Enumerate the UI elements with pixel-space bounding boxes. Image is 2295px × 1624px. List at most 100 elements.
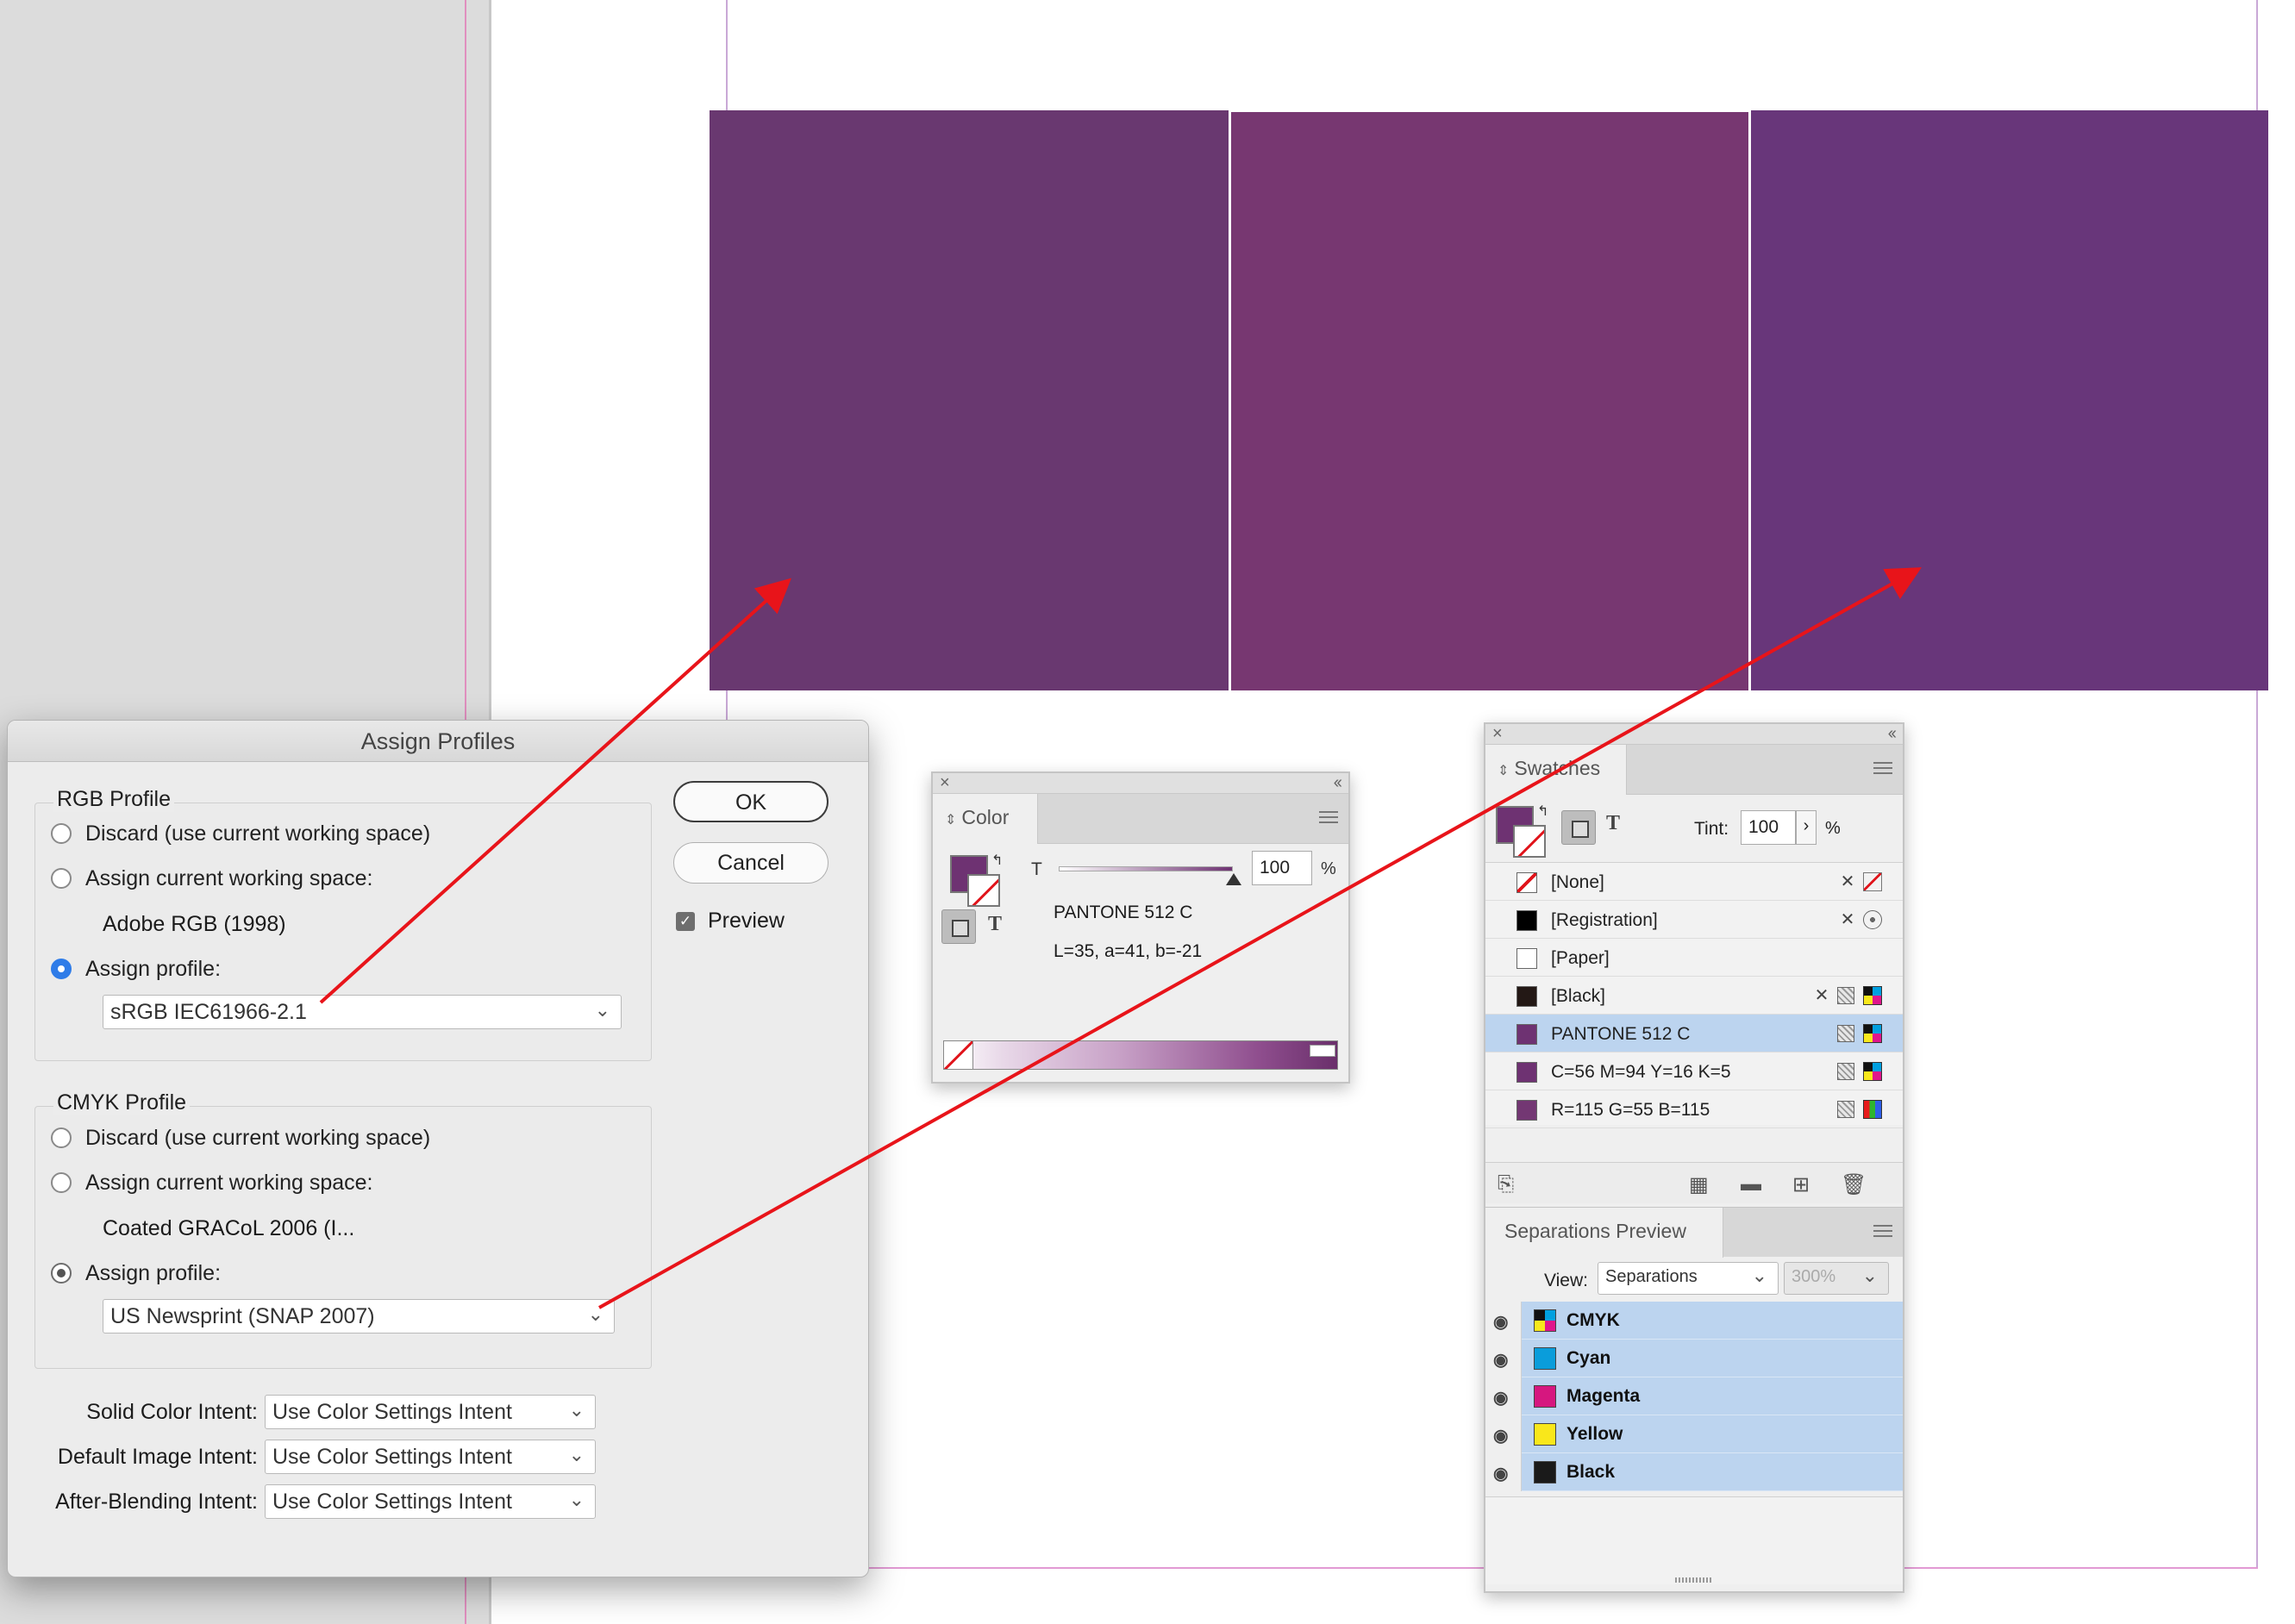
default-image-intent-select[interactable]: Use Color Settings Intent ⌄ [265, 1440, 596, 1474]
rgb-profile-value: sRGB IEC61966-2.1 [110, 1000, 307, 1024]
ok-button[interactable]: OK [673, 781, 829, 822]
visibility-toggle[interactable]: ◉ [1485, 1340, 1522, 1377]
swatches-footer: ⎘ ▦ ▬ ⊞ 🗑 [1485, 1162, 1903, 1203]
folder-icon[interactable]: ▬ [1741, 1172, 1761, 1196]
tint-slider-track[interactable] [1059, 866, 1233, 871]
tint-stepper-arrow-icon[interactable]: › [1796, 810, 1817, 845]
separation-row[interactable]: ◉ Yellow [1485, 1415, 1903, 1453]
swatch-name: R=115 G=55 B=115 [1551, 1100, 1710, 1120]
panel-menu-icon[interactable] [1319, 811, 1338, 827]
visibility-toggle[interactable]: ◉ [1485, 1302, 1522, 1340]
spot-icon [1863, 1024, 1882, 1043]
tab-swatches[interactable]: ⇕ Swatches [1485, 745, 1627, 795]
white-swatch[interactable] [1310, 1045, 1335, 1057]
cmyk-assign-profile-radio[interactable] [51, 1263, 72, 1284]
zoom-select[interactable]: 300% ⌄ [1784, 1262, 1889, 1295]
swatch-row[interactable]: [Paper] [1485, 939, 1903, 977]
color-panel-tabbar: ⇕ Color [933, 794, 1348, 844]
none-swatch-icon[interactable] [944, 1041, 973, 1069]
resize-grip-icon[interactable] [1675, 1577, 1713, 1583]
separation-row[interactable]: ◉ Magenta [1485, 1377, 1903, 1415]
formatting-container-icon[interactable] [1561, 810, 1596, 845]
view-value: Separations [1605, 1267, 1698, 1286]
separation-content: Cyan [1522, 1340, 1903, 1377]
show-swatches-icon[interactable]: ▦ [1689, 1172, 1709, 1197]
visibility-toggle[interactable]: ◉ [1485, 1453, 1522, 1491]
swap-icon[interactable]: ↰ [991, 852, 1003, 869]
after-blending-intent-select[interactable]: Use Color Settings Intent ⌄ [265, 1484, 596, 1519]
swatch-row[interactable]: [Registration] ✕ [1485, 901, 1903, 939]
eye-icon[interactable]: ◉ [1493, 1425, 1508, 1446]
rgb-profile-select[interactable]: sRGB IEC61966-2.1 ⌄ [103, 995, 622, 1029]
formatting-text-icon[interactable]: T [1606, 812, 1620, 835]
eye-icon[interactable]: ◉ [1493, 1463, 1508, 1484]
swatch-row[interactable]: PANTONE 512 C [1485, 1015, 1903, 1052]
cmyk-discard-radio[interactable] [51, 1127, 72, 1148]
color-block-rgb[interactable] [1751, 110, 2268, 690]
swatch-name: C=56 M=94 Y=16 K=5 [1551, 1062, 1731, 1082]
separation-row[interactable]: ◉ Cyan [1485, 1340, 1903, 1377]
cmyk-profile-select[interactable]: US Newsprint (SNAP 2007) ⌄ [103, 1299, 615, 1334]
process-icon [1837, 1101, 1854, 1118]
trash-icon[interactable]: 🗑 [1841, 1172, 1867, 1197]
tint-input[interactable]: 100 [1252, 851, 1312, 885]
solid-color-intent-select[interactable]: Use Color Settings Intent ⌄ [265, 1395, 596, 1429]
chevron-down-icon: ⌄ [1861, 1265, 1878, 1286]
chevron-down-icon: ⌄ [568, 1489, 585, 1510]
swatch-row[interactable]: [Black] ✕ [1485, 977, 1903, 1015]
stroke-swatch[interactable] [967, 874, 1000, 907]
rgb-assign-current-radio[interactable] [51, 868, 72, 889]
eye-icon[interactable]: ◉ [1493, 1311, 1508, 1333]
collapse-icon[interactable]: ‹‹ [1334, 773, 1342, 793]
ink-chip [1534, 1461, 1556, 1483]
cmyk-icon [1863, 1062, 1882, 1081]
tab-separations-preview[interactable]: Separations Preview [1485, 1208, 1723, 1258]
color-ramp[interactable] [943, 1040, 1338, 1070]
rgb-discard-radio[interactable] [51, 823, 72, 844]
tint-input[interactable]: 100 [1741, 810, 1796, 845]
rgb-assign-profile-radio[interactable] [51, 959, 72, 979]
stroke-swatch[interactable] [1513, 825, 1546, 858]
swatch-chip [1516, 1024, 1537, 1045]
swatch-chip [1516, 1062, 1537, 1083]
swap-icon[interactable]: ↰ [1537, 803, 1548, 820]
close-icon[interactable]: × [940, 773, 950, 793]
fill-stroke-proxy[interactable]: ↰ [1496, 803, 1551, 861]
preview-checkbox[interactable]: ✓ [676, 912, 695, 931]
swatch-row[interactable]: C=56 M=94 Y=16 K=5 [1485, 1052, 1903, 1090]
tint-slider-thumb[interactable] [1226, 873, 1241, 885]
tab-color[interactable]: ⇕ Color [933, 794, 1038, 844]
visibility-toggle[interactable]: ◉ [1485, 1415, 1522, 1453]
formatting-container-icon[interactable] [941, 909, 976, 944]
swatch-row[interactable]: [None] ✕ [1485, 863, 1903, 901]
eye-icon[interactable]: ◉ [1493, 1349, 1508, 1371]
dialog-title: Assign Profiles [8, 721, 868, 762]
view-select[interactable]: Separations ⌄ [1598, 1262, 1779, 1295]
new-swatch-icon[interactable]: ⊞ [1792, 1172, 1810, 1197]
panel-menu-icon[interactable] [1873, 1225, 1892, 1240]
formatting-text-icon[interactable]: T [988, 913, 1002, 936]
after-blending-intent-value: Use Color Settings Intent [272, 1490, 512, 1514]
separations-tabbar: Separations Preview [1485, 1207, 1903, 1258]
ink-chip [1534, 1423, 1556, 1446]
swatch-name: [Black] [1551, 986, 1606, 1006]
visibility-toggle[interactable]: ◉ [1485, 1377, 1522, 1415]
separation-row[interactable]: ◉ Black [1485, 1453, 1903, 1491]
collapse-icon[interactable]: ‹‹ [1888, 724, 1897, 744]
cancel-button[interactable]: Cancel [673, 842, 829, 884]
ink-chip [1534, 1385, 1556, 1408]
swatch-row[interactable]: R=115 G=55 B=115 [1485, 1090, 1903, 1128]
eye-icon[interactable]: ◉ [1493, 1387, 1508, 1409]
fill-stroke-proxy[interactable]: ↰ [950, 852, 1005, 910]
ink-name: Magenta [1566, 1386, 1641, 1406]
cmyk-assign-current-radio[interactable] [51, 1172, 72, 1193]
color-block-pantone[interactable] [710, 110, 1229, 690]
separation-row[interactable]: ◉ CMYK [1485, 1302, 1903, 1340]
ink-chip [1534, 1347, 1556, 1370]
x-icon: ✕ [1840, 910, 1855, 929]
place-swatch-icon[interactable]: ⎘ [1498, 1172, 1514, 1196]
color-swatch-name: PANTONE 512 C [1054, 903, 1193, 922]
close-icon[interactable]: × [1492, 724, 1503, 744]
color-block-cmyk[interactable] [1231, 112, 1748, 690]
panel-menu-icon[interactable] [1873, 762, 1892, 778]
